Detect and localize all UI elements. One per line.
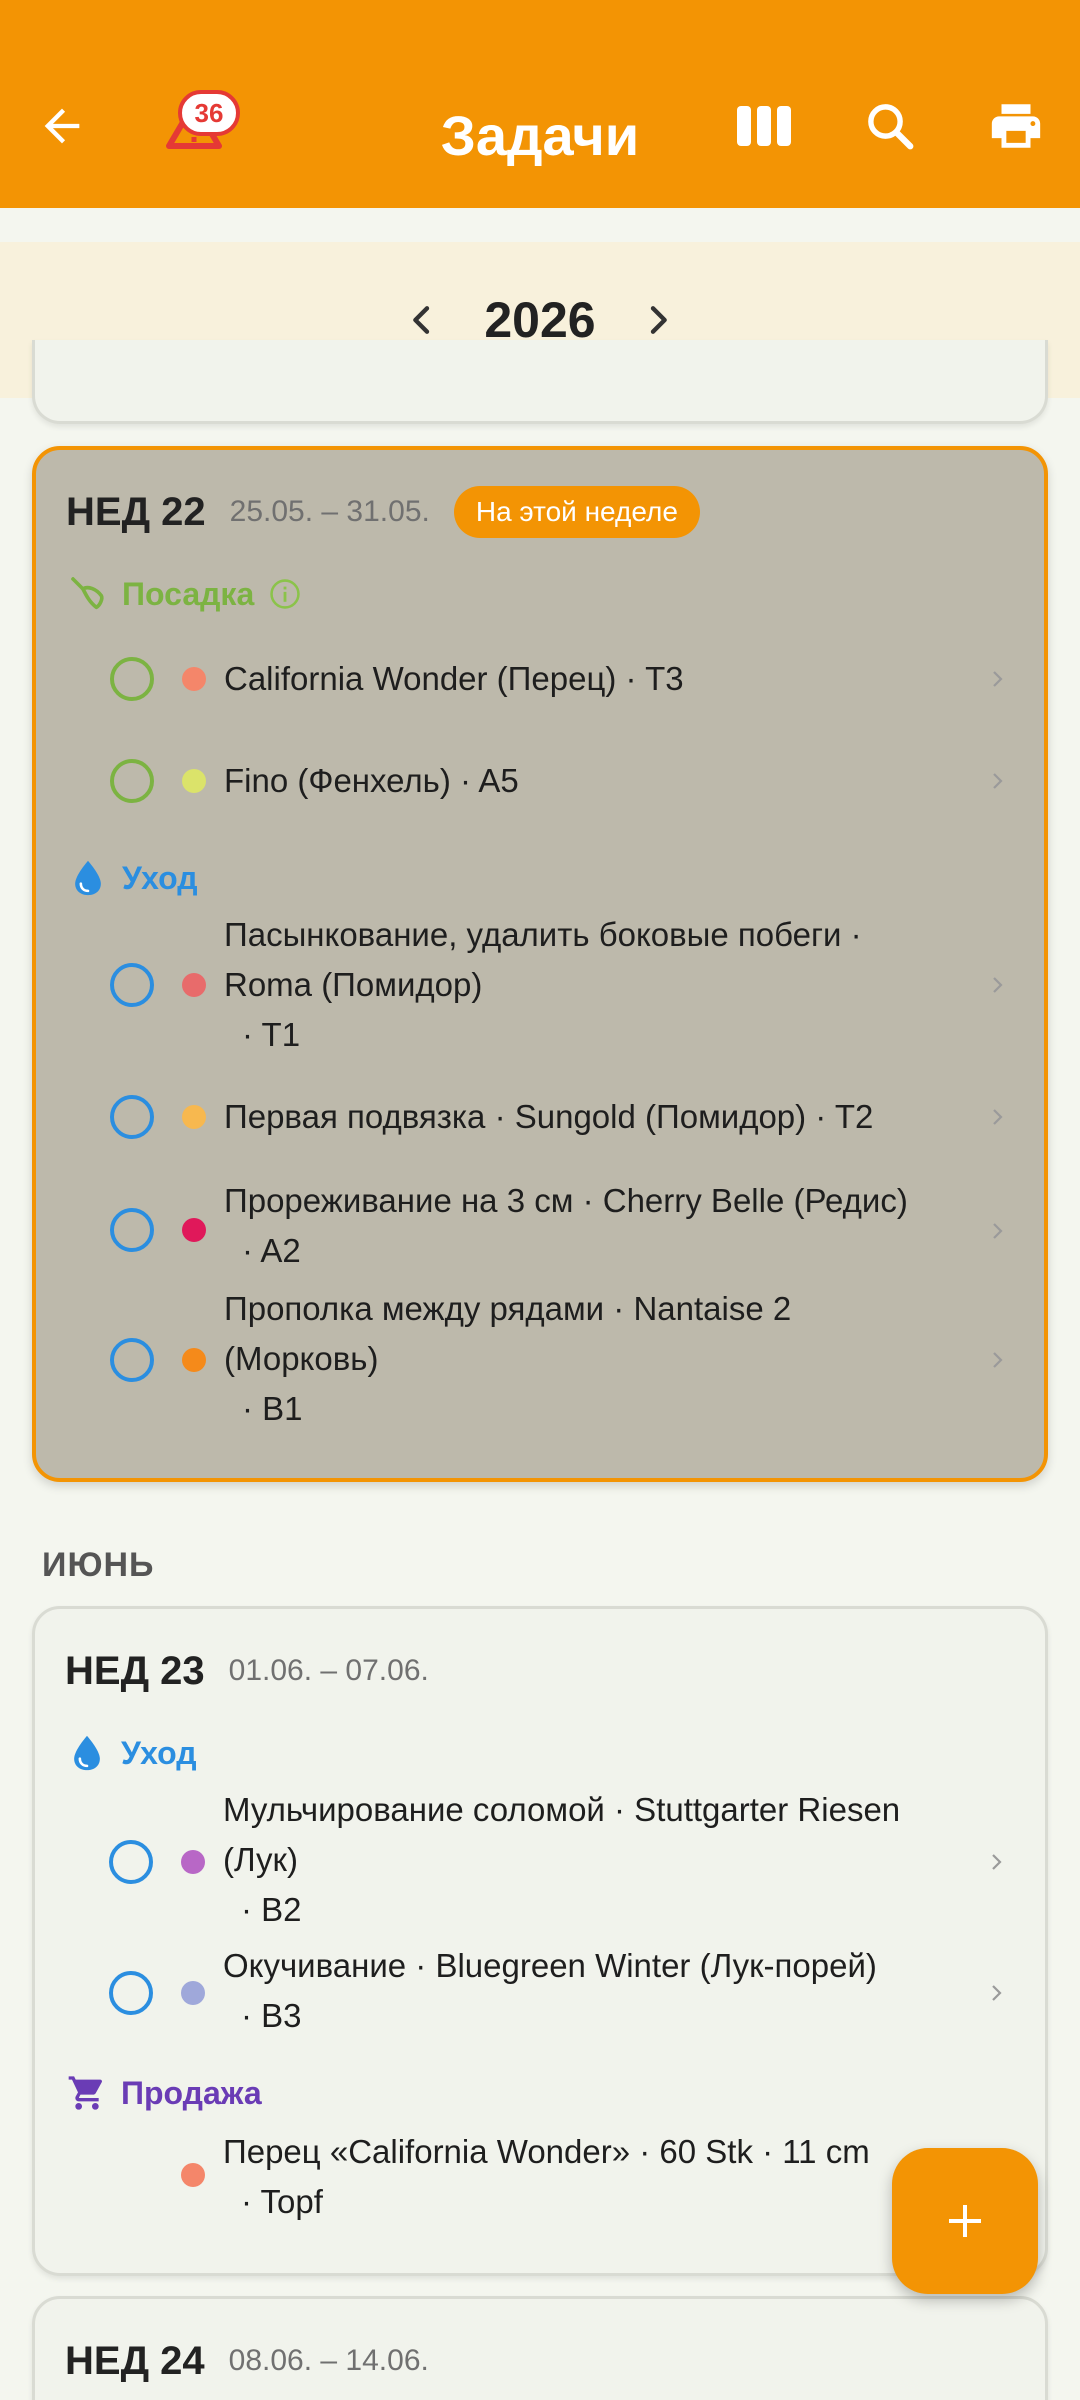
water-drop-icon — [66, 856, 110, 900]
add-task-button[interactable] — [892, 2148, 1038, 2294]
task-checkbox[interactable] — [110, 759, 154, 803]
task-title-line: Мульчирование соломой · Stuttgarter Ries… — [223, 1791, 901, 1828]
week-card-current: НЕД 22 25.05. – 31.05. На этой неделе По… — [32, 446, 1048, 1482]
task-title: Первая подвязка · Sungold (Помидор) · T2 — [224, 1098, 874, 1135]
crop-color-dot — [181, 1850, 205, 1874]
category-label: Уход — [122, 859, 198, 896]
task-row[interactable]: Мульчирование соломой · Stuttgarter Ries… — [35, 1785, 1045, 1935]
crop-color-dot — [182, 1348, 206, 1372]
chevron-right-icon — [986, 965, 1010, 1005]
week-header: НЕД 23 01.06. – 07.06. — [65, 1641, 429, 1701]
task-title: Fino (Фенхель) · A5 — [224, 762, 519, 799]
category-planting: Посадка — [66, 570, 302, 618]
previous-week-card — [32, 340, 1048, 424]
task-title: Окучивание · Bluegreen Winter (Лук-порей… — [223, 1941, 1003, 2041]
chevron-right-icon — [986, 1211, 1010, 1251]
crop-color-dot — [182, 769, 206, 793]
shopping-cart-icon — [65, 2071, 109, 2115]
task-row[interactable]: Первая подвязка · Sungold (Помидор) · T2 — [36, 1082, 1046, 1152]
task-bed: · B1 — [242, 1390, 303, 1427]
columns-view-icon[interactable] — [728, 90, 800, 162]
week-card: НЕД 24 08.06. – 14.06. — [32, 2296, 1048, 2400]
task-bed: · Topf — [241, 2183, 323, 2220]
task-title-line: (Лук) — [223, 1841, 298, 1878]
crop-color-dot — [182, 667, 206, 691]
chevron-right-icon — [986, 1097, 1010, 1137]
week-dates: 25.05. – 31.05. — [229, 495, 430, 528]
week-number: НЕД 22 — [66, 489, 206, 534]
app-bar: 36 Задачи — [0, 0, 1080, 208]
trowel-icon — [66, 572, 110, 616]
task-row[interactable]: California Wonder (Перец) · T3 — [36, 638, 1046, 720]
chevron-right-icon — [985, 1973, 1009, 2013]
task-title-line: (Морковь) — [224, 1340, 379, 1377]
print-icon[interactable] — [980, 90, 1052, 162]
task-bed: · A2 — [242, 1232, 301, 1269]
search-icon[interactable] — [854, 90, 926, 162]
task-title-line: Перец «California Wonder» · 60 Stk · 11 … — [223, 2133, 870, 2170]
crop-color-dot — [182, 1105, 206, 1129]
chevron-right-icon — [986, 1340, 1010, 1380]
task-title: Пасынкование, удалить боковые побеги · R… — [224, 910, 1004, 1060]
task-title: California Wonder (Перец) · T3 — [224, 660, 684, 697]
week-header: НЕД 22 25.05. – 31.05. На этой неделе — [66, 482, 700, 542]
chevron-right-icon — [985, 1842, 1009, 1882]
task-bed: · B2 — [241, 1891, 302, 1928]
task-title: Прополка между рядами · Nantaise 2 (Морк… — [224, 1284, 1004, 1434]
category-care: Уход — [65, 1729, 197, 1777]
category-sale: Продажа — [65, 2069, 262, 2117]
task-row[interactable]: Прореживание на 3 см · Cherry Belle (Ред… — [36, 1176, 1046, 1286]
task-checkbox[interactable] — [110, 963, 154, 1007]
task-checkbox[interactable] — [109, 1840, 153, 1884]
task-checkbox[interactable] — [110, 1208, 154, 1252]
task-bed: · B3 — [241, 1997, 302, 2034]
this-week-badge: На этой неделе — [453, 486, 700, 538]
task-checkbox[interactable] — [110, 1338, 154, 1382]
water-drop-icon — [65, 1731, 109, 1775]
task-title-line: Пасынкование, удалить боковые побеги · — [224, 916, 862, 953]
task-title: Мульчирование соломой · Stuttgarter Ries… — [223, 1785, 1003, 1935]
task-row[interactable]: Окучивание · Bluegreen Winter (Лук-порей… — [35, 1945, 1045, 2055]
plus-icon — [949, 2205, 981, 2237]
category-care: Уход — [66, 854, 198, 902]
chevron-right-icon — [986, 761, 1010, 801]
chevron-right-icon — [986, 659, 1010, 699]
crop-color-dot — [182, 1218, 206, 1242]
month-header: ИЮНЬ — [42, 1546, 155, 1584]
crop-color-dot — [181, 1981, 205, 2005]
crop-color-dot — [181, 2163, 205, 2187]
category-label: Уход — [121, 1734, 197, 1771]
task-title: Перец «California Wonder» · 60 Stk · 11 … — [223, 2127, 1003, 2227]
task-row[interactable]: Fino (Фенхель) · A5 — [36, 740, 1046, 822]
task-checkbox[interactable] — [109, 1971, 153, 2015]
week-number: НЕД 23 — [65, 1648, 205, 1693]
category-label: Посадка — [122, 575, 255, 612]
task-row[interactable]: Пасынкование, удалить боковые побеги · R… — [36, 910, 1046, 1060]
task-checkbox[interactable] — [110, 657, 154, 701]
task-title-line: Roma (Помидор) — [224, 966, 483, 1003]
info-icon[interactable] — [268, 577, 302, 611]
task-title: Прореживание на 3 см · Cherry Belle (Ред… — [224, 1176, 1004, 1276]
week-header: НЕД 24 08.06. – 14.06. — [65, 2331, 429, 2391]
task-title-line: Прореживание на 3 см · Cherry Belle (Ред… — [224, 1182, 908, 1219]
category-label: Продажа — [121, 2074, 262, 2111]
week-dates: 01.06. – 07.06. — [228, 1654, 429, 1687]
crop-color-dot — [182, 973, 206, 997]
week-number: НЕД 24 — [65, 2338, 205, 2383]
task-row[interactable]: Прополка между рядами · Nantaise 2 (Морк… — [36, 1284, 1046, 1434]
task-bed: · T1 — [242, 1016, 301, 1053]
task-title-line: Окучивание · Bluegreen Winter (Лук-порей… — [223, 1947, 877, 1984]
task-title-line: Прополка между рядами · Nantaise 2 — [224, 1290, 792, 1327]
week-dates: 08.06. – 14.06. — [228, 2344, 429, 2377]
task-checkbox[interactable] — [110, 1095, 154, 1139]
